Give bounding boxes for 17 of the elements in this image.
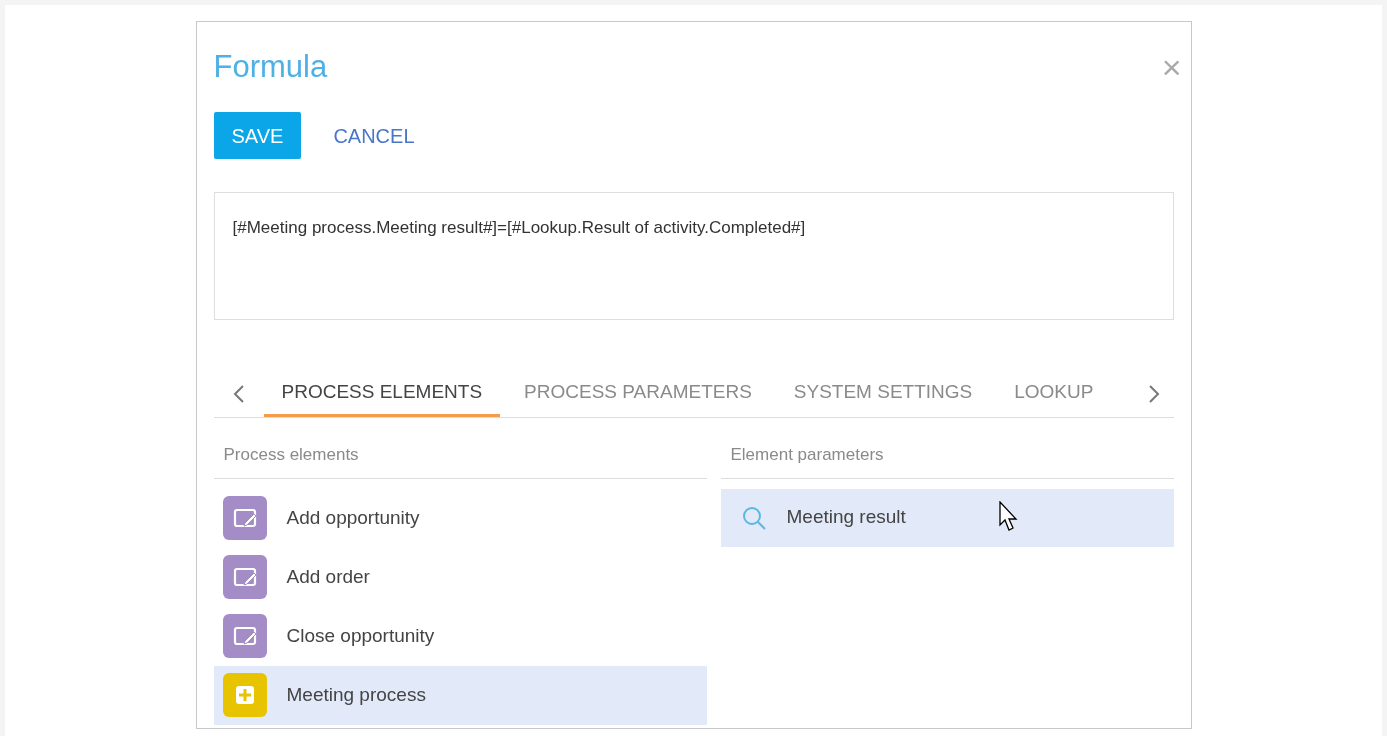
formula-field[interactable]: [#Meeting process.Meeting result#]=[#Lookup.Result of activity.Completed#] [213,192,1174,320]
column-header: Process elements [213,442,707,479]
edit-icon [222,614,267,658]
cancel-button[interactable]: CANCEL [315,112,433,159]
cursor-icon [998,500,1019,533]
dialog-title: Formula [213,47,328,86]
list-item[interactable]: Close opportunity [213,606,707,666]
list-item[interactable]: Add order [213,547,707,607]
edit-icon [222,496,267,540]
list-item[interactable]: Meeting result [720,488,1174,547]
search-icon [740,504,767,531]
tab[interactable]: PROCESS ELEMENTS [263,371,501,417]
list-item[interactable]: Meeting process [213,665,707,725]
column-header: Element parameters [720,442,1174,479]
list-item[interactable]: Add opportunity [213,488,707,548]
plus-icon [222,673,267,717]
edit-icon [222,555,267,599]
